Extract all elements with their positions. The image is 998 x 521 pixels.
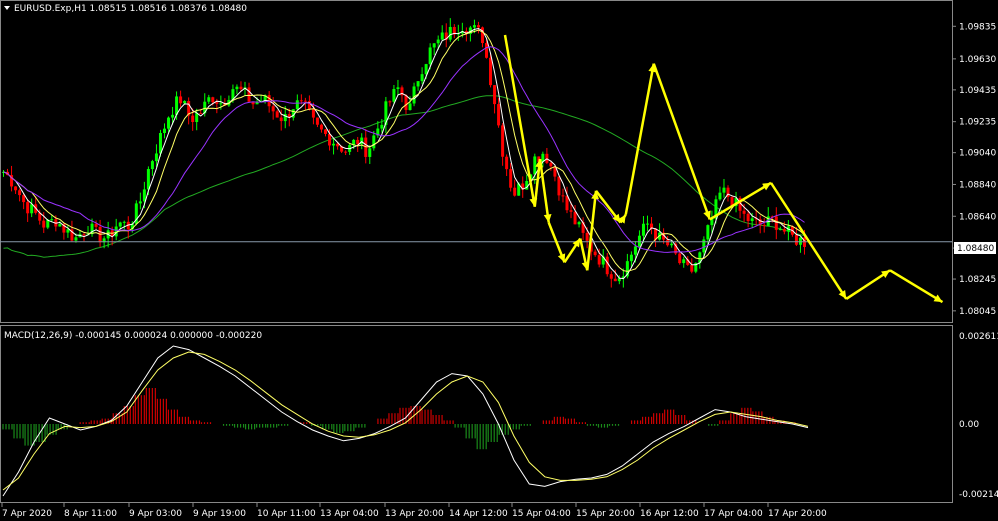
time-tick-label: 16 Apr 12:00 bbox=[640, 509, 699, 519]
macd-tick-label: 0.00 bbox=[959, 420, 979, 430]
time-tick-label: 9 Apr 03:00 bbox=[129, 509, 182, 519]
price-tick-label: 1.09040 bbox=[959, 149, 996, 159]
time-tick-label: 8 Apr 11:00 bbox=[64, 509, 117, 519]
time-tick-label: 10 Apr 11:00 bbox=[257, 509, 316, 519]
time-tick-label: 9 Apr 19:00 bbox=[193, 509, 246, 519]
time-tick-label: 17 Apr 04:00 bbox=[704, 509, 763, 519]
time-tick-label: 7 Apr 2020 bbox=[2, 509, 52, 519]
time-tick-label: 15 Apr 20:00 bbox=[576, 509, 635, 519]
macd-tick-label: 0.002611 bbox=[959, 332, 998, 342]
time-tick-label: 13 Apr 04:00 bbox=[320, 509, 379, 519]
price-tick-label: 1.09630 bbox=[959, 55, 996, 65]
price-tick-label: 1.08245 bbox=[959, 275, 996, 285]
time-tick-label: 14 Apr 12:00 bbox=[449, 509, 508, 519]
price-tick-label: 1.09435 bbox=[959, 86, 996, 96]
macd-label: MACD(12,26,9) -0.000145 0.000024 0.00000… bbox=[4, 331, 262, 341]
trading-chart[interactable]: 1.09835 1.09630 1.09435 1.09235 1.09040 1.088… bbox=[0, 0, 998, 521]
time-tick-label: 15 Apr 04:00 bbox=[512, 509, 571, 519]
price-tick-label: 1.08045 bbox=[959, 307, 996, 317]
price-tick-label: 1.09835 bbox=[959, 22, 996, 32]
time-tick-label: 17 Apr 20:00 bbox=[768, 509, 827, 519]
price-tick-label: 1.09235 bbox=[959, 118, 996, 128]
price-tick-label: 1.08640 bbox=[959, 212, 996, 222]
time-tick-label: 13 Apr 20:00 bbox=[385, 509, 444, 519]
price-tick-label: 1.08840 bbox=[959, 180, 996, 190]
macd-tick-label: -0.00214 bbox=[959, 490, 998, 500]
current-price-label: 1.08480 bbox=[957, 244, 994, 254]
candle[interactable] bbox=[678, 252, 682, 265]
symbol-info: EURUSD.Exp,H1 1.08515 1.08516 1.08376 1.… bbox=[14, 4, 247, 14]
